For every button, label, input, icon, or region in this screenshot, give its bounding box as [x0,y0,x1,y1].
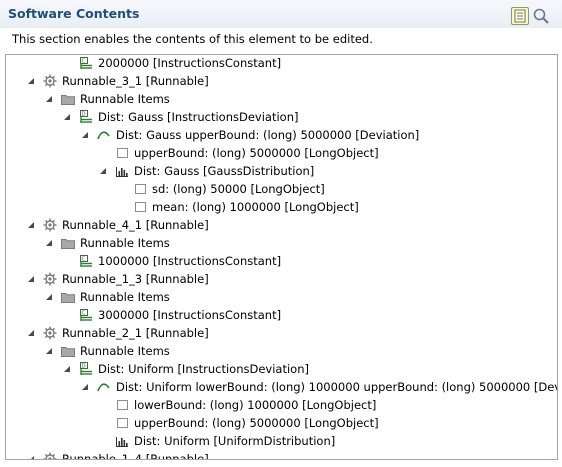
runnable-icon [42,451,58,459]
folder-icon [60,343,76,359]
tree-row[interactable]: mean: (long) 1000000 [LongObject] [6,198,557,216]
instructions-deviation-icon: D [78,361,94,377]
instructions-constant-icon: C [78,253,94,269]
long-object-icon [114,145,130,161]
svg-text:C: C [81,257,85,263]
expand-toggle-icon[interactable] [62,364,72,374]
expand-toggle-icon[interactable] [44,94,54,104]
tree-row[interactable]: C 1000000 [InstructionsConstant] [6,252,557,270]
section-description: This section enables the contents of thi… [12,32,373,46]
toc-toggle-icon[interactable] [511,7,529,25]
tree-node-label: Runnable_2_1 [Runnable] [62,326,209,340]
tree-node-label: Runnable_3_1 [Runnable] [62,74,209,88]
tree-node-label: Dist: Gauss upperBound: (long) 5000000 [… [116,128,420,142]
software-contents-tree[interactable]: C 2000000 [InstructionsConstant] Runnable_… [5,54,558,460]
tree-node-label: upperBound: (long) 5000000 [LongObject] [134,416,379,430]
expand-toggle-icon[interactable] [26,220,36,230]
instructions-constant-icon: C [78,307,94,323]
tree-row[interactable]: lowerBound: (long) 1000000 [LongObject] [6,396,557,414]
tree-node-label: Runnable_1_4 [Runnable] [62,452,209,460]
tree-node-label: Runnable Items [80,92,170,106]
search-icon[interactable] [532,7,550,25]
tree-row[interactable]: Runnable_4_1 [Runnable] [6,216,557,234]
tree-node-label: Dist: Uniform [InstructionsDeviation] [98,362,309,376]
tree-node-label: Runnable_4_1 [Runnable] [62,218,209,232]
runnable-icon [42,73,58,89]
expand-toggle-icon[interactable] [26,454,36,459]
long-object-icon [132,181,148,197]
tree-row[interactable]: Runnable Items [6,234,557,252]
svg-text:D: D [81,364,85,370]
tree-node-label: lowerBound: (long) 1000000 [LongObject] [134,398,377,412]
folder-icon [60,235,76,251]
tree-row[interactable]: Runnable_1_4 [Runnable] [6,450,557,460]
tree-row[interactable]: Runnable_3_1 [Runnable] [6,72,557,90]
tree-row[interactable]: sd: (long) 50000 [LongObject] [6,180,557,198]
deviation-icon [96,127,112,143]
tree-node-label: sd: (long) 50000 [LongObject] [152,182,325,196]
expand-toggle-icon[interactable] [44,238,54,248]
long-object-icon [114,415,130,431]
expand-toggle-icon[interactable] [44,292,54,302]
tree-node-label: Runnable Items [80,236,170,250]
expand-toggle-icon[interactable] [80,130,90,140]
tree-node-label: Dist: Uniform lowerBound: (long) 1000000… [116,380,558,394]
tree-node-label: 2000000 [InstructionsConstant] [98,56,282,70]
tree-node-label: mean: (long) 1000000 [LongObject] [152,200,359,214]
tree-row[interactable]: Dist: Uniform [UniformDistribution] [6,432,557,450]
tree-row[interactable]: Runnable Items [6,342,557,360]
tree-node-label: Runnable Items [80,344,170,358]
deviation-icon [96,379,112,395]
tree-node-label: Dist: Uniform [UniformDistribution] [134,434,336,448]
expand-toggle-icon[interactable] [62,112,72,122]
folder-icon [60,91,76,107]
tree-node-label: Dist: Gauss [InstructionsDeviation] [98,110,299,124]
expand-toggle-icon[interactable] [26,274,36,284]
long-object-icon [132,199,148,215]
tree-row[interactable]: D Dist: Gauss [InstructionsDeviation] [6,108,557,126]
expand-toggle-icon[interactable] [98,166,108,176]
runnable-icon [42,325,58,341]
tree-row[interactable]: C 3000000 [InstructionsConstant] [6,306,557,324]
expand-toggle-icon[interactable] [44,346,54,356]
tree-row[interactable]: Runnable Items [6,90,557,108]
tree-node-label: Dist: Gauss [GaussDistribution] [134,164,315,178]
section-title: Software Contents [8,6,140,21]
distribution-icon [114,433,130,449]
svg-text:D: D [81,112,85,118]
tree-row[interactable]: Runnable Items [6,288,557,306]
expand-toggle-icon[interactable] [26,328,36,338]
runnable-icon [42,271,58,287]
tree-row[interactable]: C 2000000 [InstructionsConstant] [6,55,557,72]
svg-text:C: C [81,59,85,65]
tree-node-label: Runnable Items [80,290,170,304]
tree-row[interactable]: Dist: Gauss upperBound: (long) 5000000 [… [6,126,557,144]
svg-text:C: C [81,311,85,317]
instructions-constant-icon: C [78,55,94,71]
tree-row[interactable]: upperBound: (long) 5000000 [LongObject] [6,414,557,432]
tree-node-label: upperBound: (long) 5000000 [LongObject] [134,146,379,160]
instructions-deviation-icon: D [78,109,94,125]
tree-row[interactable]: Runnable_1_3 [Runnable] [6,270,557,288]
folder-icon [60,289,76,305]
tree-row[interactable]: Runnable_2_1 [Runnable] [6,324,557,342]
expand-toggle-icon[interactable] [26,76,36,86]
tree-node-label: 3000000 [InstructionsConstant] [98,308,282,322]
tree-node-label: 1000000 [InstructionsConstant] [98,254,282,268]
section-header: Software Contents [0,0,562,28]
tree-row[interactable]: Dist: Gauss [GaussDistribution] [6,162,557,180]
tree-row[interactable]: D Dist: Uniform [InstructionsDeviation] [6,360,557,378]
long-object-icon [114,397,130,413]
tree-row[interactable]: upperBound: (long) 5000000 [LongObject] [6,144,557,162]
expand-toggle-icon[interactable] [80,382,90,392]
distribution-icon [114,163,130,179]
runnable-icon [42,217,58,233]
tree-row[interactable]: Dist: Uniform lowerBound: (long) 1000000… [6,378,557,396]
tree-node-label: Runnable_1_3 [Runnable] [62,272,209,286]
